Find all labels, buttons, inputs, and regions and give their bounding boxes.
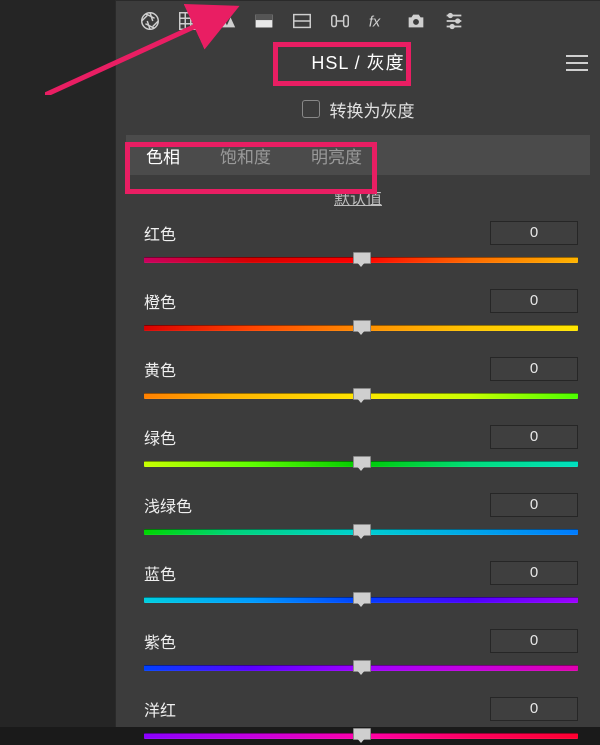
grayscale-row: 转换为灰度: [116, 89, 600, 129]
panel-title-row: HSL / 灰度: [116, 41, 600, 85]
slider-value-input[interactable]: 0: [490, 425, 578, 449]
panel-menu-icon[interactable]: [566, 55, 588, 71]
slider-label: 红色: [144, 221, 176, 245]
app-left-strip: [0, 0, 115, 727]
slider-magenta: 洋红 0: [144, 697, 578, 745]
panel-toolbar: fx: [116, 1, 600, 41]
slider-label: 浅绿色: [144, 493, 192, 517]
slider-value-input[interactable]: 0: [490, 289, 578, 313]
slider-track[interactable]: [144, 591, 578, 609]
hsl-tabs: 色相 饱和度 明亮度: [126, 135, 590, 175]
slider-track[interactable]: [144, 319, 578, 337]
slider-value-input[interactable]: 0: [490, 221, 578, 245]
slider-label: 蓝色: [144, 561, 176, 585]
slider-track[interactable]: [144, 727, 578, 745]
slider-value-input[interactable]: 0: [490, 561, 578, 585]
slider-track[interactable]: [144, 387, 578, 405]
tab-saturation[interactable]: 饱和度: [200, 135, 291, 175]
slider-track[interactable]: [144, 251, 578, 269]
slider-yellow: 黄色 0: [144, 357, 578, 405]
camera-icon[interactable]: [404, 9, 428, 33]
slider-value-input[interactable]: 0: [490, 697, 578, 721]
slider-label: 紫色: [144, 629, 176, 653]
slider-blue: 蓝色 0: [144, 561, 578, 609]
reset-default-link[interactable]: 默认值: [334, 191, 382, 208]
slider-green: 绿色 0: [144, 425, 578, 473]
grayscale-checkbox[interactable]: [302, 100, 320, 118]
slider-track[interactable]: [144, 659, 578, 677]
slider-label: 橙色: [144, 289, 176, 313]
default-row: 默认值: [116, 185, 600, 209]
tone-icon[interactable]: [252, 9, 276, 33]
slider-label: 洋红: [144, 697, 176, 721]
svg-text:fx: fx: [369, 15, 381, 31]
slider-label: 绿色: [144, 425, 176, 449]
slider-aqua: 浅绿色 0: [144, 493, 578, 541]
slider-label: 黄色: [144, 357, 176, 381]
tab-luminance[interactable]: 明亮度: [291, 135, 382, 175]
slider-purple: 紫色 0: [144, 629, 578, 677]
slider-value-input[interactable]: 0: [490, 357, 578, 381]
slider-red: 红色 0: [144, 221, 578, 269]
slider-track[interactable]: [144, 523, 578, 541]
tab-hue[interactable]: 色相: [126, 135, 200, 175]
grayscale-label: 转换为灰度: [330, 97, 415, 122]
slider-value-input[interactable]: 0: [490, 629, 578, 653]
aperture-icon[interactable]: [138, 9, 162, 33]
slider-value-input[interactable]: 0: [490, 493, 578, 517]
sliders-container: 红色 0 橙色 0 黄色 0: [116, 221, 600, 745]
hsl-panel: fx HSL / 灰度 转换为灰度 色相 饱和度 明亮度 默认值 红色 0: [115, 0, 600, 727]
adjustments-icon[interactable]: [442, 9, 466, 33]
grid-icon[interactable]: [176, 9, 200, 33]
slider-orange: 橙色 0: [144, 289, 578, 337]
slider-track[interactable]: [144, 455, 578, 473]
lens-icon[interactable]: [328, 9, 352, 33]
triangles-icon[interactable]: [214, 9, 238, 33]
split-icon[interactable]: [290, 9, 314, 33]
fx-icon[interactable]: fx: [366, 9, 390, 33]
panel-title: HSL / 灰度: [311, 49, 404, 75]
